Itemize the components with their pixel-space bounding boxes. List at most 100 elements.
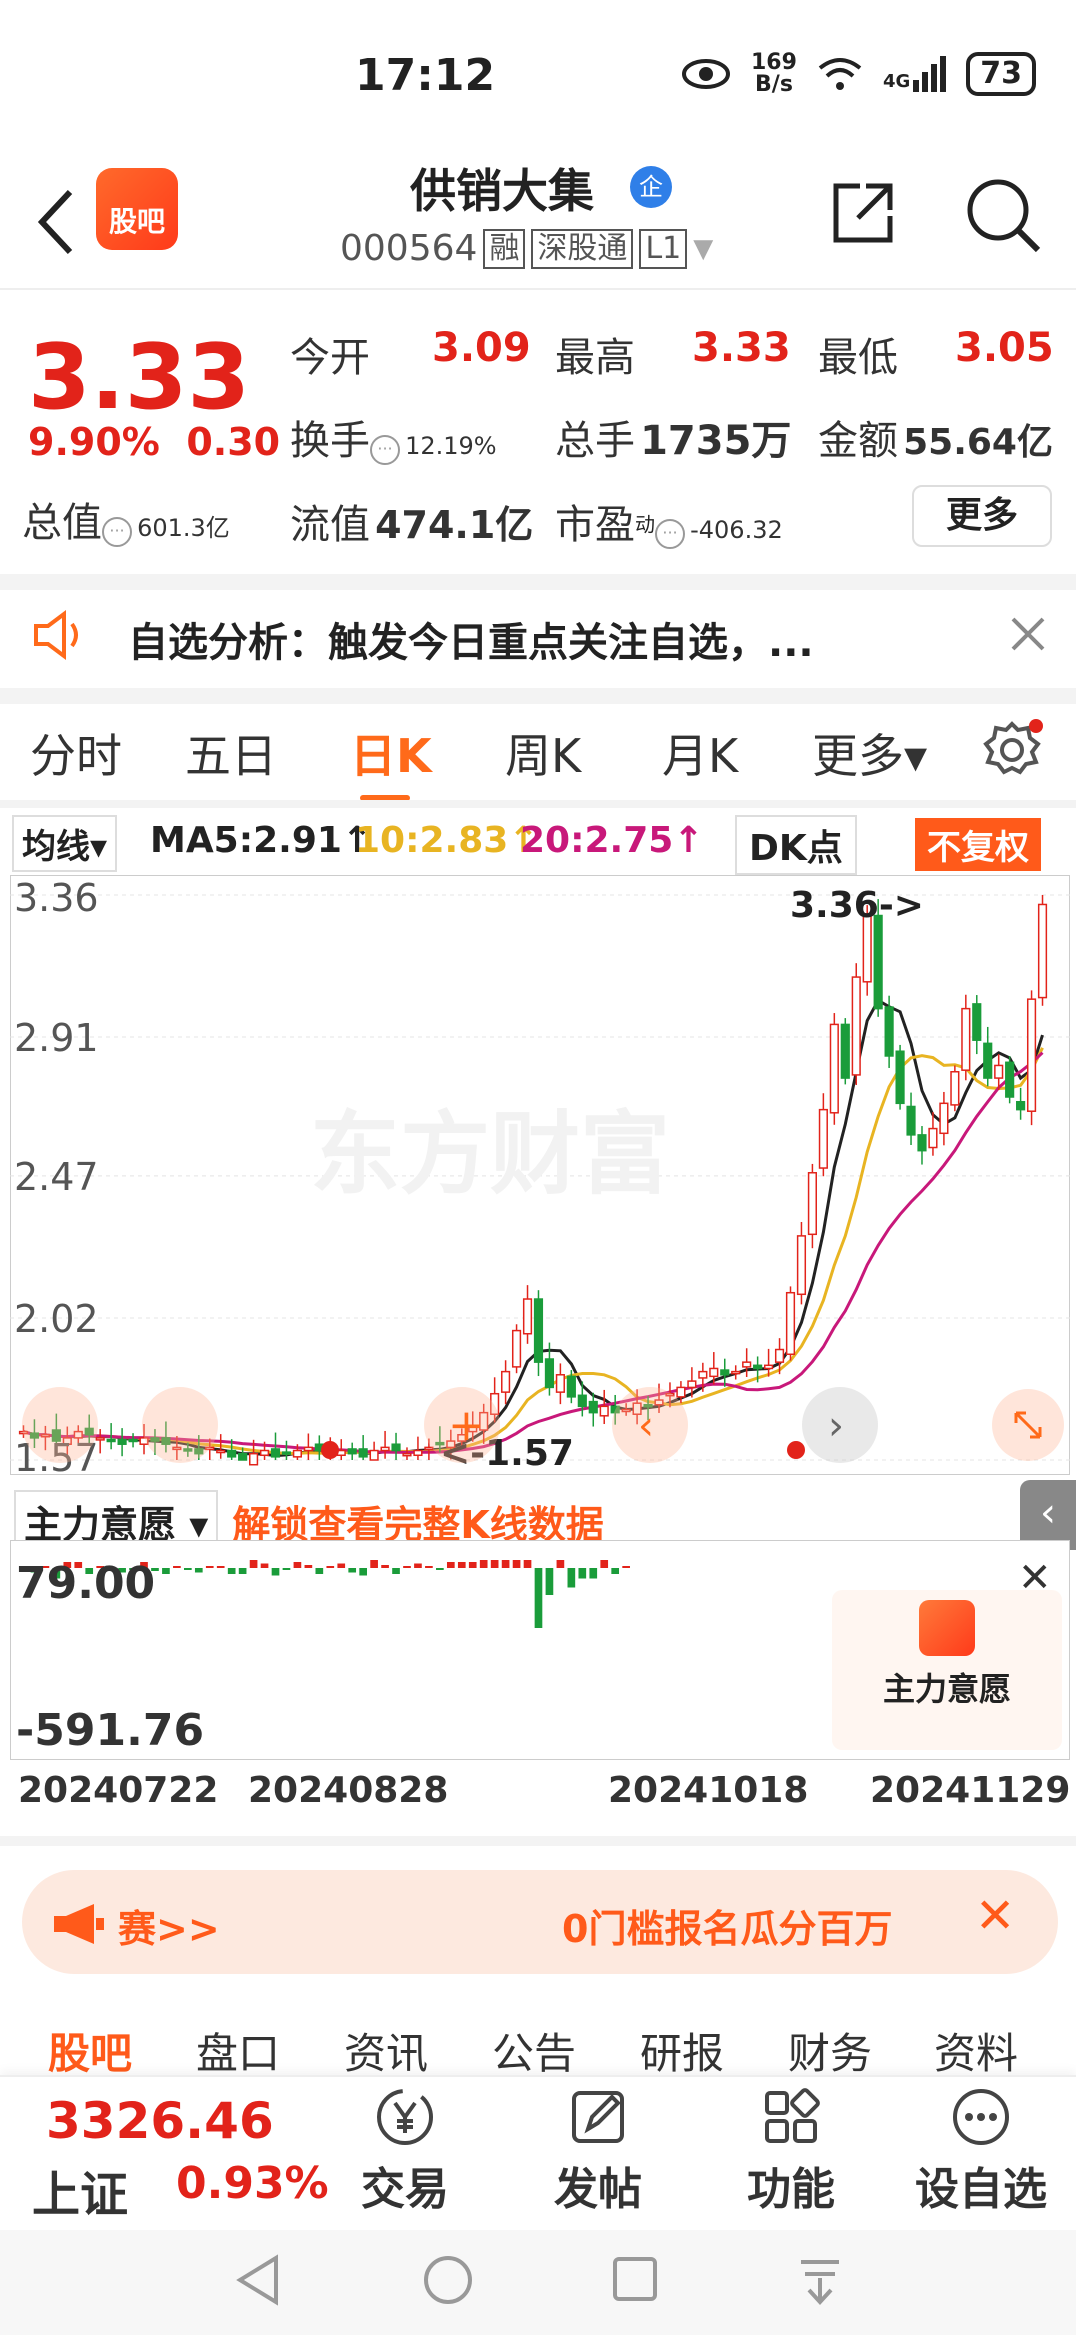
info-icon[interactable]: ··· <box>370 434 400 465</box>
chart-zoom-out-icon[interactable] <box>142 1387 218 1463</box>
indicator-bar <box>556 1560 565 1568</box>
settings-gear-icon[interactable] <box>982 716 1046 780</box>
candle-body <box>303 1446 313 1452</box>
guba-logo[interactable]: 股吧 <box>96 168 178 250</box>
indicator-bar <box>468 1562 477 1568</box>
tab-weekly-k[interactable]: 周K <box>505 720 581 786</box>
tab-finance[interactable]: 财务 <box>788 2020 872 2081</box>
current-price: 3.33 <box>28 325 251 430</box>
eye-icon <box>682 59 730 89</box>
nav-functions[interactable]: 功能 <box>716 2085 866 2217</box>
candle-body <box>687 1380 697 1389</box>
ma-selector[interactable]: 均线▾ <box>12 815 118 872</box>
level-tag: L1 <box>639 228 688 269</box>
tab-news[interactable]: 资讯 <box>344 2020 428 2081</box>
tab-more[interactable]: 更多▾ <box>812 720 927 786</box>
candle-body <box>796 1235 807 1296</box>
candle-body <box>895 1050 905 1105</box>
edit-icon <box>572 2091 624 2143</box>
share-icon[interactable] <box>830 180 896 246</box>
indicator-bar <box>457 1562 466 1568</box>
candle-body <box>917 1134 927 1152</box>
notice-text[interactable]: 自选分析：触发今日重点关注自选，... <box>128 610 814 668</box>
yen-circle-icon <box>377 2089 433 2145</box>
net-speed: 169 B/s <box>751 50 797 97</box>
tab-announcements[interactable]: 公告 <box>492 2020 576 2081</box>
chart-nav-left-icon[interactable] <box>22 1387 98 1463</box>
candle-body <box>577 1394 587 1408</box>
dk-point-button[interactable]: DK点 <box>735 815 857 875</box>
kline-chart[interactable]: 东方财富 3.362.912.472.021.57 3.36-> <-1.57 … <box>10 875 1070 1475</box>
tab-pankou[interactable]: 盘口 <box>196 2020 280 2081</box>
tab-profile[interactable]: 资料 <box>934 2020 1018 2081</box>
system-menu-icon[interactable] <box>795 2252 845 2308</box>
banner-right-text[interactable]: 0门槛报名瓜分百万 <box>562 1898 892 1953</box>
speaker-icon <box>34 610 78 660</box>
divider <box>0 800 1076 808</box>
no-adjust-button[interactable]: 不复权 <box>915 818 1041 871</box>
pe-cell: 市盈动 ··· -406.32 <box>555 502 783 549</box>
candle-body <box>742 1361 752 1368</box>
high-value: 3.33 <box>692 325 791 371</box>
nav-add-watchlist[interactable]: 设自选 <box>906 2085 1056 2217</box>
candle-body <box>720 1369 730 1376</box>
x-tick: 20241129 <box>870 1770 1071 1811</box>
indicator-bar <box>578 1568 587 1579</box>
candle-body <box>774 1348 785 1363</box>
event-dot[interactable] <box>321 1441 339 1459</box>
tab-research[interactable]: 研报 <box>640 2020 724 2081</box>
candle-body <box>281 1451 292 1455</box>
indicator-bar <box>326 1566 335 1568</box>
ma10-value: 10:2.83↑ <box>355 819 539 861</box>
lock-chart-icon <box>919 1600 975 1656</box>
index-value[interactable]: 3326.46 <box>46 2092 274 2150</box>
indicator-bar <box>337 1563 346 1568</box>
indicator-card[interactable]: 主力意愿 <box>832 1590 1062 1750</box>
tab-guba[interactable]: 股吧 <box>48 2020 132 2081</box>
more-button[interactable]: 更多 <box>912 485 1052 547</box>
ma5-value: MA5:2.91↑ <box>150 819 373 861</box>
candle-body <box>292 1449 302 1458</box>
tab-daily-k[interactable]: 日K <box>350 720 432 786</box>
close-icon[interactable] <box>1008 614 1048 654</box>
system-home-icon[interactable] <box>420 2252 476 2308</box>
tab-monthly-k[interactable]: 月K <box>662 720 738 786</box>
indicator-bar <box>501 1560 510 1568</box>
indicator-bar <box>260 1563 269 1568</box>
indicator-bar <box>271 1568 280 1576</box>
high-annotation: 3.36-> <box>790 885 924 926</box>
candle-body <box>501 1370 511 1393</box>
back-arrow-icon[interactable] <box>30 182 80 262</box>
svg-text:+: + <box>448 1400 485 1451</box>
nav-trade[interactable]: 交易 <box>330 2085 480 2217</box>
event-dot[interactable] <box>787 1441 805 1459</box>
candle-body <box>522 1298 533 1335</box>
candle-body <box>983 1042 993 1079</box>
info-icon[interactable]: ··· <box>655 518 685 549</box>
tab-intraday[interactable]: 分时 <box>30 720 122 786</box>
stock-code-row[interactable]: 000564 融 深股通 L1 ▼ <box>340 228 713 269</box>
info-icon[interactable]: ··· <box>102 516 132 547</box>
search-icon[interactable] <box>964 176 1044 256</box>
tab-five-day[interactable]: 五日 <box>185 720 277 786</box>
banner-close-icon[interactable]: ✕ <box>975 1888 1015 1944</box>
candle-body <box>731 1370 741 1375</box>
system-recents-icon[interactable] <box>610 2254 660 2304</box>
candle-body <box>1005 1061 1015 1098</box>
banner-left-text[interactable]: 赛>> <box>118 1898 220 1953</box>
system-back-icon[interactable] <box>232 2252 282 2308</box>
watermark: 东方财富 <box>310 1102 670 1207</box>
enterprise-badge: 企 <box>630 166 672 208</box>
candle-body <box>369 1449 379 1461</box>
indicator-bar <box>282 1568 291 1570</box>
low-cell: 最低 <box>818 335 898 381</box>
candle-body <box>216 1449 226 1454</box>
grid-icon <box>765 2088 820 2143</box>
svg-text:›: › <box>828 1403 844 1449</box>
candle-body <box>270 1448 281 1458</box>
wifi-icon <box>818 58 862 90</box>
stock-code: 000564 <box>340 228 478 269</box>
nav-post[interactable]: 发帖 <box>523 2085 673 2217</box>
indicator-bar <box>370 1560 378 1568</box>
candle-body <box>1016 1100 1026 1111</box>
